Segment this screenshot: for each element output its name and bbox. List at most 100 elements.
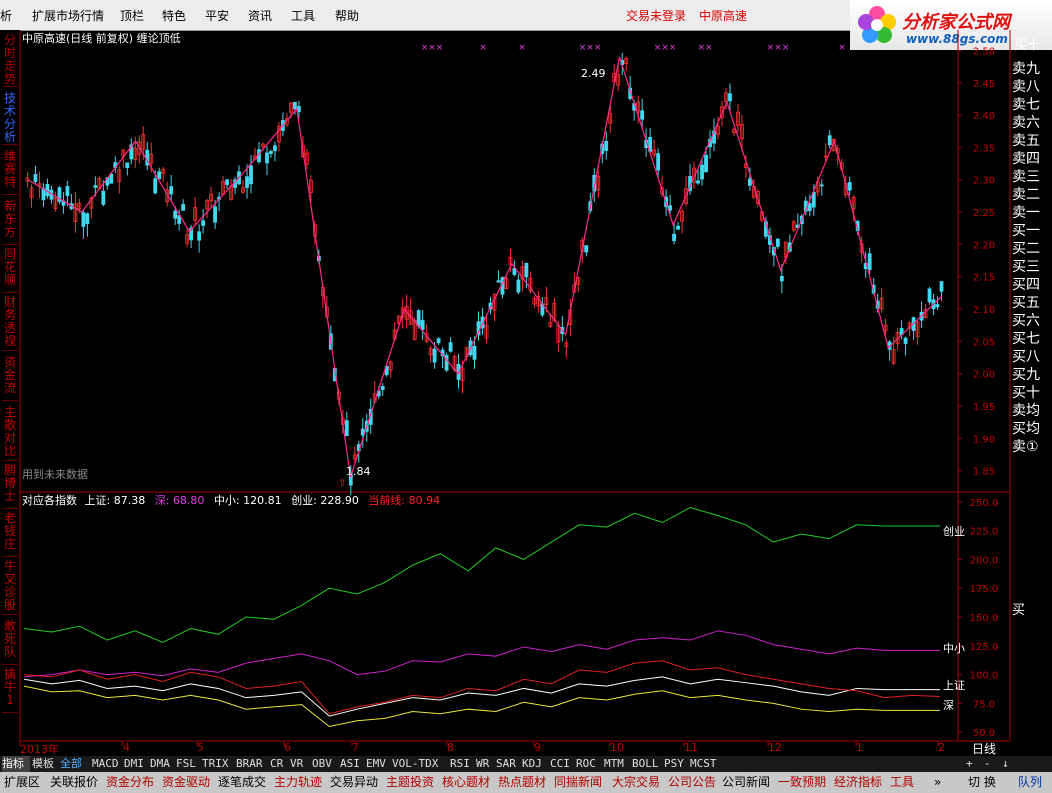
bottom-tab-more[interactable]: »: [934, 774, 941, 790]
candle-body: [33, 174, 38, 182]
candle-body: [827, 135, 832, 146]
scroll-down-icon[interactable]: ↓: [1002, 756, 1009, 772]
candle-body: [847, 182, 852, 191]
time-label-10: 10: [610, 741, 624, 754]
candle-body: [197, 231, 202, 241]
tab-psy[interactable]: PSY: [664, 756, 684, 772]
tab-roc[interactable]: ROC: [576, 756, 596, 772]
zoom-out-button[interactable]: -: [984, 756, 991, 772]
index-tick-label: 200.0: [970, 555, 999, 566]
price-tick-label: 2.30: [973, 176, 995, 187]
tab-dma[interactable]: DMA: [150, 756, 170, 772]
candle-body: [213, 206, 217, 223]
cur-value: 80.94: [409, 494, 441, 507]
queue-button[interactable]: 队列: [1018, 774, 1042, 790]
index-tick-label: 250.0: [970, 498, 999, 509]
time-axis: 2013年 4 5 6 7 8 9 10 11 12 1 2: [20, 741, 958, 756]
tab-mcst[interactable]: MCST: [690, 756, 717, 772]
bottom-tab-consensus[interactable]: 一致预期: [778, 774, 826, 790]
candle-body: [524, 262, 529, 278]
switch-button[interactable]: 切 换: [968, 774, 996, 790]
bottom-tab-web-news[interactable]: 同揣新闻: [554, 774, 602, 790]
bottom-tab-tools[interactable]: 工具: [890, 774, 914, 790]
candle-body: [704, 154, 708, 173]
candle-body: [676, 225, 680, 230]
indicator-tab-bar: 指标 模板 全部 MACD DMI DMA FSL TRIX BRAR CR V…: [0, 756, 1052, 772]
tab-trix[interactable]: TRIX: [202, 756, 229, 772]
tab-all[interactable]: 全部: [60, 756, 82, 772]
index-line-中小: [23, 630, 940, 678]
tab-mtm[interactable]: MTM: [604, 756, 624, 772]
tab-sar[interactable]: SAR: [496, 756, 516, 772]
candle-body: [201, 220, 206, 226]
candle-body: [125, 162, 130, 168]
bottom-tab-fund-distribution[interactable]: 资金分布: [106, 774, 154, 790]
bottom-tab-related-quotes[interactable]: 关联报价: [50, 774, 98, 790]
tab-wr[interactable]: WR: [476, 756, 489, 772]
bottom-tab-block-trade[interactable]: 大宗交易: [612, 774, 660, 790]
top-signal-mark: ×××: [579, 43, 602, 53]
cur-label: 当前线:: [368, 493, 405, 507]
candle-body: [696, 180, 700, 184]
candle-body: [269, 150, 273, 154]
price-tick-label: 2.40: [973, 111, 995, 122]
zigzag-line: [27, 56, 943, 478]
bottom-tab-company-notice[interactable]: 公司公告: [668, 774, 716, 790]
tab-kdj[interactable]: KDJ: [522, 756, 542, 772]
tab-template[interactable]: 模板: [32, 756, 54, 772]
time-label-11: 11: [684, 741, 698, 754]
time-label-2: 2: [938, 741, 945, 754]
zx-value: 120.81: [243, 494, 282, 507]
price-tick-label: 1.85: [973, 467, 995, 478]
time-label-1: 1: [856, 741, 863, 754]
tab-dmi[interactable]: DMI: [124, 756, 144, 772]
candle-body: [436, 338, 441, 344]
tab-asi[interactable]: ASI: [340, 756, 360, 772]
line-tag-zx: 中小: [943, 642, 965, 655]
tab-emv[interactable]: EMV: [366, 756, 386, 772]
tab-obv[interactable]: OBV: [312, 756, 332, 772]
ask-5: 卖五: [1012, 133, 1040, 149]
bottom-tab-tick-trades[interactable]: 逐笔成交: [218, 774, 266, 790]
tab-indicator[interactable]: 指标: [2, 756, 30, 772]
bid-4: 买四: [1012, 277, 1040, 293]
chart-area[interactable]: 中原高速(日线 前复权) 缠论顶低 用到未来数据 2.49 1.84 ⇧ ×××…: [0, 0, 1052, 793]
price-tick-label: 2.00: [973, 370, 995, 381]
bottom-tab-company-news[interactable]: 公司新闻: [722, 774, 770, 790]
tab-cci[interactable]: CCI: [550, 756, 570, 772]
candle-body: [903, 337, 908, 344]
zoom-in-button[interactable]: +: [966, 756, 973, 772]
bid-5: 买五: [1012, 295, 1040, 311]
candle-body: [245, 176, 249, 188]
candle-body: [85, 213, 90, 225]
tab-fsl[interactable]: FSL: [176, 756, 196, 772]
bottom-tab-theme-investing[interactable]: 主题投资: [386, 774, 434, 790]
period-label[interactable]: 日线: [972, 740, 996, 757]
tab-vol-tdx[interactable]: VOL-TDX: [392, 756, 438, 772]
candle-body: [344, 420, 349, 437]
tab-rsi[interactable]: RSI: [450, 756, 470, 772]
bottom-tab-fund-drive[interactable]: 资金驱动: [162, 774, 210, 790]
bottom-tab-main-track[interactable]: 主力轨迹: [274, 774, 322, 790]
bottom-tab-core-theme[interactable]: 核心题材: [442, 774, 490, 790]
top-signal-mark: ××: [697, 43, 712, 53]
tab-cr[interactable]: CR: [270, 756, 283, 772]
tab-brar[interactable]: BRAR: [236, 756, 263, 772]
tab-macd[interactable]: MACD: [92, 756, 119, 772]
ask-4: 卖四: [1012, 151, 1040, 167]
candle-body: [656, 153, 661, 171]
candle-body: [157, 171, 162, 180]
ask-3: 卖三: [1012, 169, 1040, 185]
tab-vr[interactable]: VR: [290, 756, 303, 772]
candle-body: [225, 179, 229, 185]
tab-boll[interactable]: BOLL: [632, 756, 659, 772]
time-label-7: 7: [352, 741, 359, 754]
bottom-tab-hot-theme[interactable]: 热点题材: [498, 774, 546, 790]
bottom-tab-economic-indicators[interactable]: 经济指标: [834, 774, 882, 790]
bottom-tab-extension[interactable]: 扩展区: [4, 774, 40, 790]
price-tick-label: 2.10: [973, 305, 995, 316]
line-tag-sz: 深: [943, 699, 954, 712]
bid-7: 买七: [1012, 331, 1040, 347]
sz-value: 68.80: [173, 494, 205, 507]
bottom-tab-trade-anomaly[interactable]: 交易异动: [330, 774, 378, 790]
